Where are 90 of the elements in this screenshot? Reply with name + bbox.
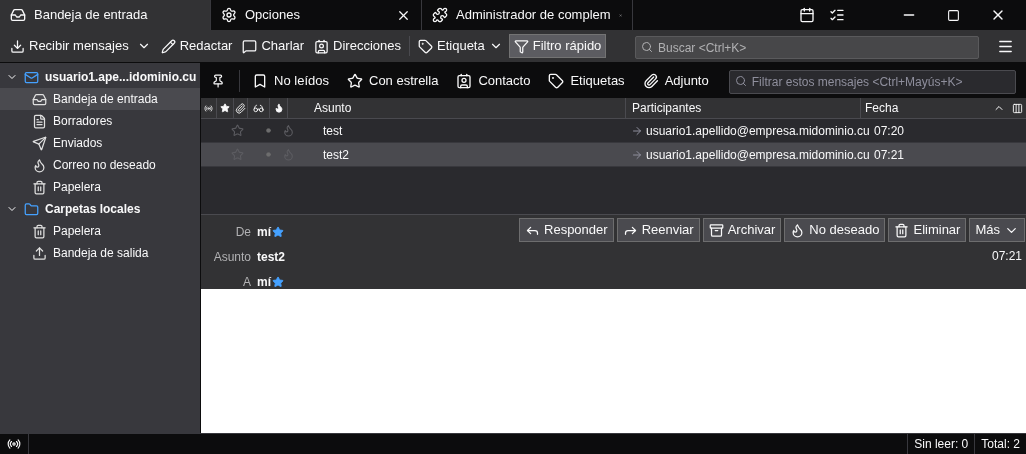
action-button[interactable]: Eliminar bbox=[888, 218, 967, 242]
field-label: A bbox=[243, 274, 251, 291]
unread-count: Sin leer: 0 bbox=[907, 434, 975, 454]
action-button[interactable]: No deseado bbox=[784, 218, 886, 242]
contact-card-icon bbox=[314, 38, 330, 54]
folder-icon bbox=[24, 201, 39, 217]
contact-card-icon bbox=[456, 72, 473, 89]
maximize-icon[interactable] bbox=[947, 8, 960, 22]
column-header[interactable]: Participantes bbox=[626, 98, 861, 118]
search-icon bbox=[734, 74, 747, 87]
search-icon bbox=[641, 40, 653, 53]
toolbar-button[interactable]: Redactar bbox=[156, 34, 237, 58]
outbox-icon bbox=[32, 245, 47, 261]
document-icon bbox=[32, 113, 47, 129]
recipient-name[interactable]: mí bbox=[257, 273, 271, 291]
total-count: Total: 2 bbox=[974, 434, 1026, 454]
filter-button[interactable]: Adjunto bbox=[638, 68, 713, 93]
paper-plane-icon bbox=[32, 135, 47, 151]
toolbar-button[interactable]: Filtro rápido bbox=[508, 34, 607, 58]
subject-cell-text: test bbox=[322, 122, 344, 140]
online-status-icon[interactable] bbox=[7, 437, 21, 451]
paperclip-icon[interactable] bbox=[235, 102, 246, 114]
trash-icon bbox=[32, 179, 47, 195]
filter-button[interactable]: Con estrella bbox=[343, 68, 443, 93]
action-button[interactable]: Más bbox=[969, 218, 1025, 242]
toolbar-button[interactable]: Etiqueta bbox=[414, 34, 507, 58]
settings-icon bbox=[221, 7, 237, 23]
puzzle-icon bbox=[432, 7, 448, 23]
column-picker-icon[interactable] bbox=[1012, 102, 1023, 114]
date-cell-text: 07:20 bbox=[873, 122, 905, 140]
action-button[interactable]: Reenviar bbox=[616, 218, 700, 242]
inbox-icon bbox=[32, 91, 47, 107]
field-label: De bbox=[235, 224, 251, 241]
read-status-icon[interactable] bbox=[253, 102, 264, 114]
field-label: Asunto bbox=[213, 249, 251, 266]
subject-cell-text: test2 bbox=[322, 146, 350, 164]
sender-name[interactable]: mí bbox=[257, 223, 271, 241]
star-icon[interactable] bbox=[272, 276, 284, 288]
inbox-icon bbox=[10, 7, 26, 23]
toolbar-button[interactable]: Recibir mensajes bbox=[6, 34, 155, 58]
tag-icon bbox=[418, 38, 433, 54]
column-header[interactable]: Fecha bbox=[861, 98, 1009, 118]
filter-field[interactable]: Filtrar estos mensajes <Ctrl+Mayús+K> bbox=[728, 69, 1016, 94]
task-list-icon[interactable] bbox=[829, 7, 845, 23]
mail-icon bbox=[24, 69, 39, 85]
arrow-right-icon bbox=[631, 124, 643, 137]
action-button[interactable]: Responder bbox=[519, 218, 614, 242]
star-icon[interactable] bbox=[272, 226, 284, 238]
folder-item[interactable]: Correo no deseado bbox=[0, 154, 200, 176]
toolbar-button[interactable]: Charlar bbox=[238, 34, 309, 58]
filter-button[interactable]: Etiquetas bbox=[544, 68, 629, 93]
folder-item[interactable]: usuario1.ape...idominio.cu bbox=[0, 66, 200, 88]
paperclip-icon bbox=[642, 72, 659, 89]
folder-item[interactable]: Borradores bbox=[0, 110, 200, 132]
filter-icon bbox=[513, 38, 529, 54]
search-field[interactable]: Buscar <Ctrl+K> bbox=[635, 36, 979, 59]
tag-icon bbox=[548, 72, 565, 89]
trash-icon bbox=[894, 222, 910, 238]
participant-cell-text: usuario1.apellido@empresa.midominio.cu bbox=[646, 122, 870, 140]
participant-cell-text: usuario1.apellido@empresa.midominio.cu bbox=[646, 146, 870, 164]
star-icon bbox=[347, 72, 363, 89]
flame-icon bbox=[32, 157, 47, 173]
flame-icon[interactable] bbox=[273, 103, 284, 113]
folder-item[interactable]: Papelera bbox=[0, 220, 200, 242]
folder-item[interactable]: Enviados bbox=[0, 132, 200, 154]
filter-button[interactable]: No leídos bbox=[248, 68, 333, 93]
chat-bubble-icon bbox=[242, 38, 258, 54]
folder-item[interactable]: Carpetas locales bbox=[0, 198, 200, 220]
tab[interactable]: Bandeja de entrada bbox=[0, 0, 211, 30]
read-dot-icon[interactable] bbox=[265, 128, 271, 133]
star-icon[interactable] bbox=[230, 124, 244, 137]
download-icon bbox=[10, 38, 25, 54]
folder-item[interactable]: Bandeja de entrada bbox=[0, 88, 200, 110]
action-button[interactable]: Archivar bbox=[702, 218, 782, 242]
subject-text: test2 bbox=[257, 249, 285, 266]
filter-button[interactable]: Contacto bbox=[452, 68, 535, 93]
column-header[interactable]: Asunto bbox=[288, 98, 626, 118]
trash-icon bbox=[32, 223, 47, 239]
message-date: 07:21 bbox=[991, 248, 1023, 265]
message-row[interactable]: test2 usuario1.apellido@empresa.midominio.cu 07:21 bbox=[201, 143, 1026, 167]
pencil-icon bbox=[160, 38, 176, 54]
archive-icon bbox=[708, 222, 724, 238]
date-cell-text: 07:21 bbox=[873, 146, 905, 164]
folder-item[interactable]: Papelera bbox=[0, 176, 200, 198]
read-dot-icon[interactable] bbox=[265, 152, 271, 157]
pin-icon[interactable] bbox=[211, 72, 226, 89]
toolbar-button[interactable]: Direcciones bbox=[310, 34, 405, 58]
folder-item[interactable]: Bandeja de salida bbox=[0, 242, 200, 264]
calendar-icon[interactable] bbox=[799, 7, 815, 23]
arrow-right-icon bbox=[631, 148, 643, 161]
